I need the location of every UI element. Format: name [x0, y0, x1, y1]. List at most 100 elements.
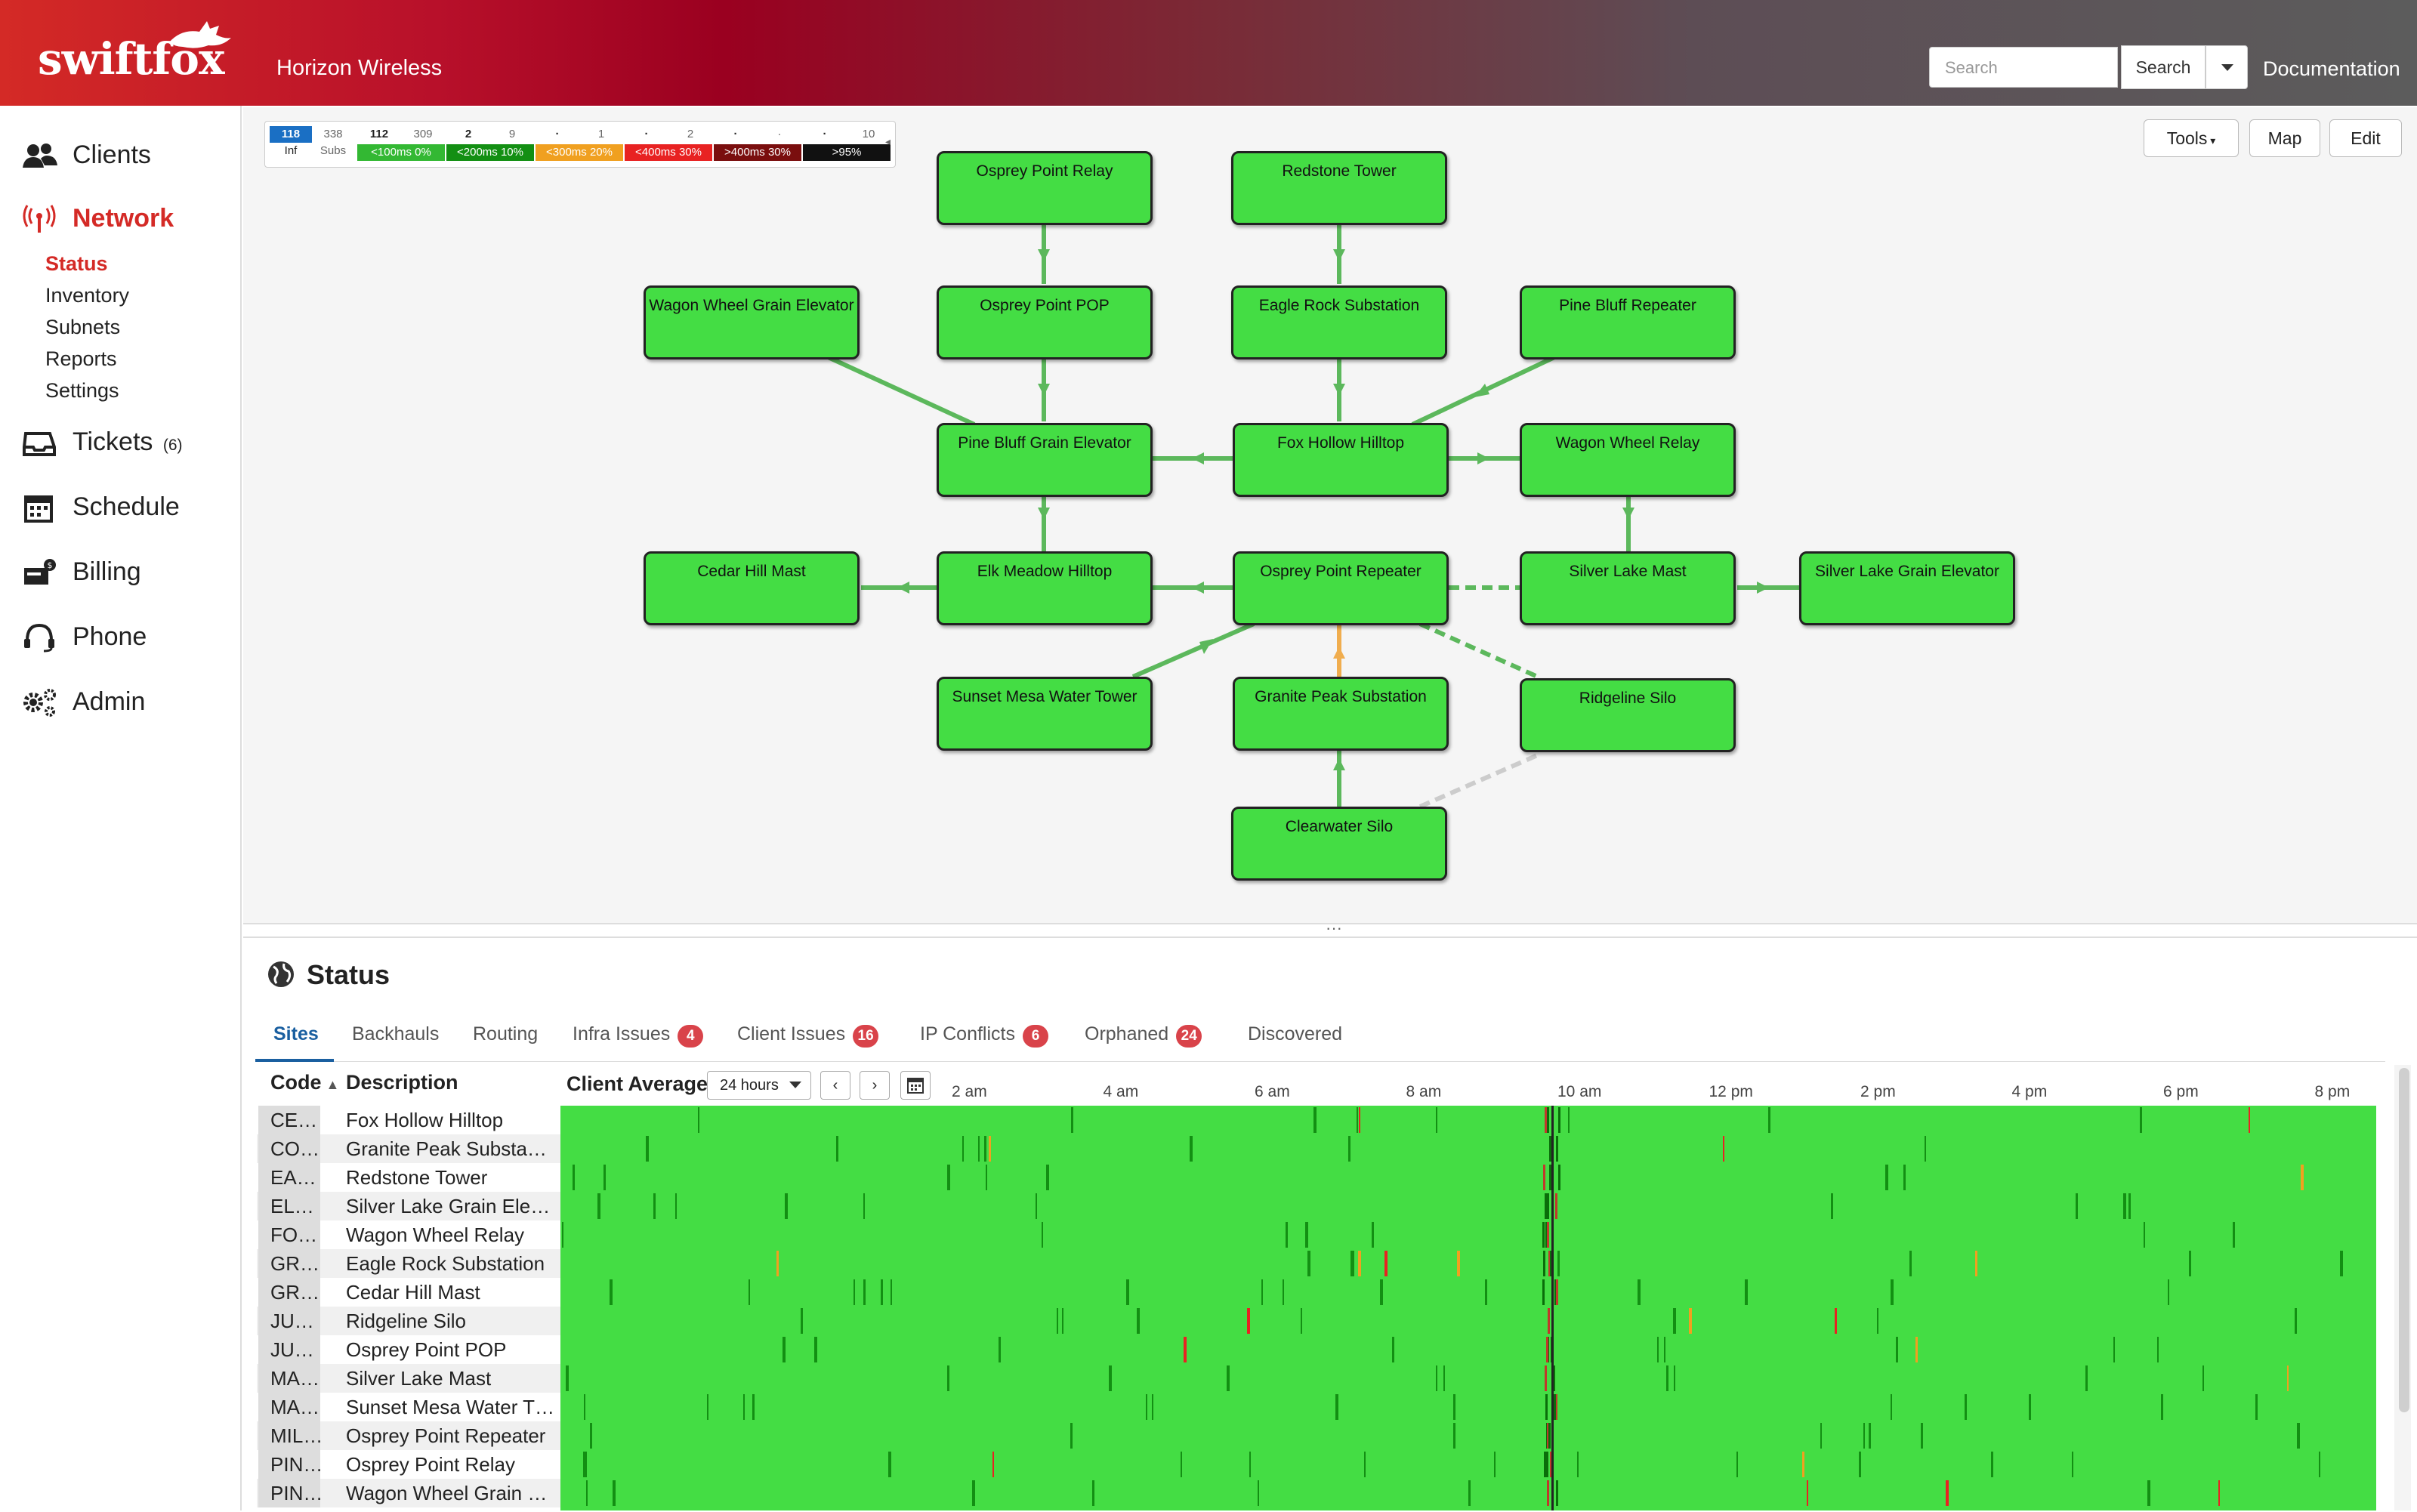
heatmap-sample: [1807, 1480, 1808, 1506]
heatmap-sample: [1555, 1193, 1557, 1219]
legend-subs[interactable]: 338 Subs: [312, 126, 354, 161]
edit-button[interactable]: Edit: [2329, 119, 2402, 157]
table-row[interactable]: MA… Sunset Mesa Water T…: [257, 1393, 560, 1421]
tab-client-issues[interactable]: Client Issues 16: [737, 1023, 879, 1048]
heatmap-sample: [675, 1193, 677, 1219]
table-row[interactable]: EL… Silver Lake Grain Ele…: [257, 1192, 560, 1220]
row-description[interactable]: Wagon Wheel Relay: [346, 1220, 560, 1249]
link-clearwater-ridgeline: [1418, 751, 1542, 809]
tab-routing[interactable]: Routing: [473, 1023, 538, 1045]
tab-sites[interactable]: Sites: [273, 1023, 319, 1045]
link-ospreyrepeater-ridgeline: [1418, 622, 1542, 680]
row-description[interactable]: Redstone Tower: [346, 1163, 560, 1192]
node-wagon-wheel-relay[interactable]: Wagon Wheel Relay: [1520, 423, 1736, 497]
heatmap-sample: [1891, 1279, 1894, 1305]
legend-band[interactable]: <400ms 30%: [625, 144, 712, 161]
table-row[interactable]: CO… Granite Peak Substa…: [257, 1134, 560, 1163]
tab-discovered[interactable]: Discovered: [1248, 1023, 1342, 1045]
table-row[interactable]: GR… Cedar Hill Mast: [257, 1278, 560, 1307]
row-description[interactable]: Ridgeline Silo: [346, 1307, 560, 1335]
node-granite-peak-substation[interactable]: Granite Peak Substation: [1233, 677, 1449, 751]
scrollbar-thumb[interactable]: [2399, 1068, 2409, 1412]
node-redstone-tower[interactable]: Redstone Tower: [1231, 151, 1447, 225]
node-sunset-mesa-water-tower[interactable]: Sunset Mesa Water Tower: [937, 677, 1153, 751]
legend-band[interactable]: <200ms 10%: [446, 144, 534, 161]
time-tick-label: 4 pm: [2011, 1083, 2048, 1100]
heatmap-sample: [1286, 1222, 1288, 1248]
map-button[interactable]: Map: [2249, 119, 2320, 157]
latency-legend[interactable]: 118 Inf 338 Subs 112 309 <100ms 0% 2 9 <200ms…: [264, 121, 896, 168]
tab-infra-issues[interactable]: Infra Issues 4: [573, 1023, 704, 1048]
row-description[interactable]: Fox Hollow Hilltop: [346, 1106, 560, 1134]
node-pine-bluff-grain-elevator[interactable]: Pine Bluff Grain Elevator: [937, 423, 1153, 497]
client-average-heatmap[interactable]: [560, 1106, 2376, 1510]
legend-band[interactable]: >95%: [803, 144, 891, 161]
collapse-left-icon[interactable]: ◂: [885, 135, 891, 148]
row-description[interactable]: Osprey Point POP: [346, 1335, 560, 1364]
column-header-description[interactable]: Description: [346, 1071, 458, 1094]
table-row[interactable]: PIN… Osprey Point Relay: [257, 1450, 560, 1479]
row-description[interactable]: Wagon Wheel Grain …: [346, 1479, 560, 1507]
tab-label: Client Issues: [737, 1023, 846, 1045]
table-row[interactable]: MA… Silver Lake Mast: [257, 1364, 560, 1393]
table-row[interactable]: MIL… Osprey Point Repeater: [257, 1421, 560, 1450]
node-elk-meadow-hilltop[interactable]: Elk Meadow Hilltop: [937, 551, 1153, 625]
row-code: JU…: [258, 1335, 320, 1364]
next-range-button[interactable]: ›: [860, 1071, 890, 1100]
node-silver-lake-mast[interactable]: Silver Lake Mast: [1520, 551, 1736, 625]
legend-band[interactable]: <100ms 0%: [357, 144, 445, 161]
node-osprey-point-repeater[interactable]: Osprey Point Repeater: [1233, 551, 1449, 625]
table-row[interactable]: PIN… Wagon Wheel Grain …: [257, 1479, 560, 1507]
tools-button[interactable]: Tools ▾: [2144, 119, 2239, 157]
node-eagle-rock-substation[interactable]: Eagle Rock Substation: [1231, 285, 1447, 359]
node-osprey-point-pop[interactable]: Osprey Point POP: [937, 285, 1153, 359]
legend-band[interactable]: >400ms 30%: [714, 144, 801, 161]
row-description[interactable]: Silver Lake Grain Ele…: [346, 1192, 560, 1220]
heatmap-sample: [1443, 1365, 1445, 1391]
calendar-button[interactable]: [900, 1071, 931, 1100]
row-description[interactable]: Eagle Rock Substation: [346, 1249, 560, 1278]
node-pine-bluff-repeater[interactable]: Pine Bluff Repeater: [1520, 285, 1736, 359]
node-silver-lake-grain-elevator[interactable]: Silver Lake Grain Elevator: [1799, 551, 2015, 625]
heatmap-sample: [585, 1452, 587, 1477]
time-range-select[interactable]: 24 hours: [707, 1071, 811, 1100]
table-row[interactable]: JU… Osprey Point POP: [257, 1335, 560, 1364]
table-row[interactable]: GR… Eagle Rock Substation: [257, 1249, 560, 1278]
row-description[interactable]: Silver Lake Mast: [346, 1364, 560, 1393]
row-description[interactable]: Cedar Hill Mast: [346, 1278, 560, 1307]
table-row[interactable]: FO… Wagon Wheel Relay: [257, 1220, 560, 1249]
heatmap-sample: [1247, 1308, 1250, 1334]
heatmap-sample: [1190, 1136, 1193, 1162]
tab-backhauls[interactable]: Backhauls: [352, 1023, 439, 1045]
row-description[interactable]: Granite Peak Substa…: [346, 1134, 560, 1163]
tab-orphaned[interactable]: Orphaned 24: [1085, 1023, 1202, 1048]
node-fox-hollow-hilltop[interactable]: Fox Hollow Hilltop: [1233, 423, 1449, 497]
row-description[interactable]: Sunset Mesa Water T…: [346, 1393, 560, 1421]
time-range-value: 24 hours: [720, 1077, 779, 1094]
heatmap-sample: [814, 1337, 817, 1362]
heatmap-sample: [653, 1193, 656, 1219]
legend-band[interactable]: <300ms 20%: [536, 144, 623, 161]
heatmap-sample: [1494, 1452, 1496, 1477]
legend-infra[interactable]: 118 Inf: [270, 126, 312, 161]
previous-range-button[interactable]: ‹: [820, 1071, 850, 1100]
tab-ip-conflicts[interactable]: IP Conflicts 6: [920, 1023, 1048, 1048]
node-wagon-wheel-grain-elevator[interactable]: Wagon Wheel Grain Elevator: [644, 285, 860, 359]
tab-label: IP Conflicts: [920, 1023, 1015, 1045]
legend-subs-count: 309: [413, 128, 433, 140]
node-cedar-hill-mast[interactable]: Cedar Hill Mast: [644, 551, 860, 625]
table-row[interactable]: JU… Ridgeline Silo: [257, 1307, 560, 1335]
node-clearwater-silo[interactable]: Clearwater Silo: [1231, 807, 1447, 881]
heatmap-sample: [863, 1193, 865, 1219]
row-code: FO…: [258, 1220, 320, 1249]
column-header-code[interactable]: Code ▲: [270, 1071, 339, 1094]
node-osprey-point-relay[interactable]: Osprey Point Relay: [937, 151, 1153, 225]
node-ridgeline-silo[interactable]: Ridgeline Silo: [1520, 678, 1736, 752]
tab-badge: 16: [853, 1025, 879, 1048]
table-row[interactable]: CE… Fox Hollow Hilltop: [257, 1106, 560, 1134]
row-description[interactable]: Osprey Point Relay: [346, 1450, 560, 1479]
row-description[interactable]: Osprey Point Repeater: [346, 1421, 560, 1450]
table-row[interactable]: EA… Redstone Tower: [257, 1163, 560, 1192]
resize-handle-icon[interactable]: ···: [1319, 920, 1349, 937]
heatmap-sample: [962, 1136, 964, 1162]
